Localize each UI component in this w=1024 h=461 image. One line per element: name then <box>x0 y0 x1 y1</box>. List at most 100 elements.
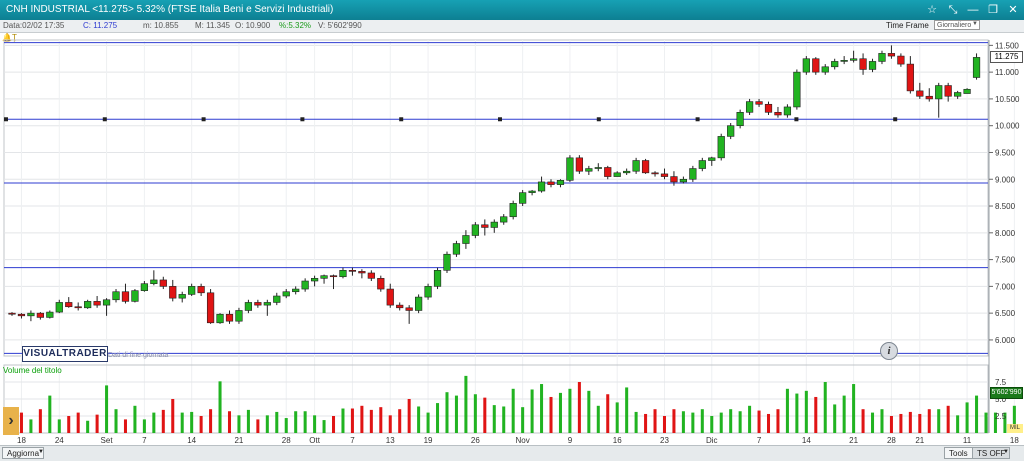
volume-bar <box>956 415 960 433</box>
volume-bar <box>483 397 487 433</box>
candle-body <box>954 92 962 97</box>
price-tick-label: 11.500 <box>995 41 1019 50</box>
candle-body <box>764 103 773 113</box>
candle-body <box>169 286 177 299</box>
volume-bar <box>804 390 808 433</box>
candle-body <box>102 299 111 306</box>
candle-body <box>774 112 782 116</box>
candle-body <box>462 235 470 244</box>
candle-body <box>415 296 423 311</box>
candle-body <box>329 275 338 278</box>
candle-body <box>396 304 404 309</box>
candle-body <box>490 221 498 228</box>
volume-bar <box>123 419 127 433</box>
trendline-handle <box>399 117 404 122</box>
candle-body <box>424 286 432 298</box>
candle-body <box>140 283 148 291</box>
volume-tick-label: 2.5 <box>995 412 1007 421</box>
candle-body <box>65 302 73 308</box>
candle-body <box>36 312 44 318</box>
price-tick-label: 9.500 <box>995 148 1016 157</box>
candle-body <box>831 61 839 68</box>
volume-bar <box>341 408 345 433</box>
trendline-handle <box>794 117 799 122</box>
candle-body <box>471 224 479 236</box>
volume-axis: 2.55.07.5 <box>995 378 1007 421</box>
volume-bar <box>965 402 969 433</box>
candle-body <box>254 302 262 306</box>
volume-bar <box>454 395 458 433</box>
price-chart[interactable]: 6.000 6.500 7.000 7.500 8.000 8.500 9.000 9.500… <box>0 0 1024 460</box>
candle-body <box>93 301 101 306</box>
volume-bar <box>521 407 525 433</box>
volume-bar <box>417 406 421 433</box>
date-tick-label: 14 <box>802 436 811 445</box>
price-tick-label: 7.500 <box>995 256 1016 265</box>
candle-body <box>566 157 574 181</box>
candle-body <box>623 170 631 174</box>
volume-bar <box>596 405 600 433</box>
candle-body <box>651 172 659 175</box>
volume-bar <box>38 409 42 433</box>
date-tick-label: Ott <box>309 436 320 445</box>
volume-bar <box>313 415 317 433</box>
candle-body <box>481 224 489 228</box>
volume-bar <box>946 405 950 433</box>
volume-unit-tag: MIL <box>1007 424 1023 433</box>
candle-body <box>386 288 394 306</box>
candle-body <box>878 53 886 62</box>
volume-bar <box>332 416 336 433</box>
volume-bar <box>190 411 194 433</box>
chevron-down-icon[interactable]: ▼ <box>38 449 44 455</box>
candle-body <box>197 286 205 294</box>
candle-body <box>868 61 877 70</box>
candle-body <box>604 167 612 177</box>
volume-bar <box>606 394 610 433</box>
candle-body <box>755 101 763 105</box>
candle-body <box>112 291 120 301</box>
volume-bar <box>256 419 260 433</box>
candle-body <box>206 292 215 324</box>
trendline-handle <box>695 117 700 122</box>
volume-bar <box>937 409 941 433</box>
eod-data-note: Dati di fine giornata <box>108 352 169 359</box>
candle-body <box>963 88 971 94</box>
candle-body <box>745 101 754 113</box>
candle-body <box>452 243 461 255</box>
volume-bar <box>275 411 279 433</box>
visualtrader-logo: VISUALTRADER <box>22 346 108 362</box>
candle-body <box>150 279 158 284</box>
date-tick-label: 19 <box>424 436 433 445</box>
date-tick-label: 7 <box>757 436 762 445</box>
candle-body <box>348 270 357 272</box>
candle-body <box>310 278 319 282</box>
info-icon[interactable]: i <box>880 342 898 360</box>
volume-bar <box>549 396 553 433</box>
last-price-tag: 11.275 <box>990 51 1023 64</box>
candle-body <box>8 312 16 315</box>
volume-bar <box>464 375 468 433</box>
volume-bar <box>719 412 723 433</box>
candle-body <box>585 168 593 172</box>
date-tick-label: 26 <box>471 436 480 445</box>
candles <box>8 45 981 324</box>
price-tick-label: 10.000 <box>995 122 1020 131</box>
volume-bar <box>927 409 931 433</box>
volume-bar <box>199 416 203 433</box>
candle-body <box>925 95 933 100</box>
volume-bar <box>388 415 392 433</box>
date-tick-label: Set <box>101 436 114 445</box>
volume-bar <box>511 388 515 433</box>
candle-body <box>292 288 300 293</box>
tools-button[interactable]: Tools <box>944 447 973 459</box>
candle-body <box>575 157 583 172</box>
candle-body <box>679 178 688 183</box>
chevron-down-icon[interactable]: ▼ <box>1003 449 1009 455</box>
volume-bar <box>540 384 544 433</box>
volume-bar <box>48 395 52 433</box>
volume-bar <box>691 412 695 433</box>
volume-bar <box>587 390 591 433</box>
expand-panel-icon[interactable]: › <box>3 407 19 435</box>
candle-body <box>131 290 139 302</box>
volume-bar <box>294 411 298 433</box>
